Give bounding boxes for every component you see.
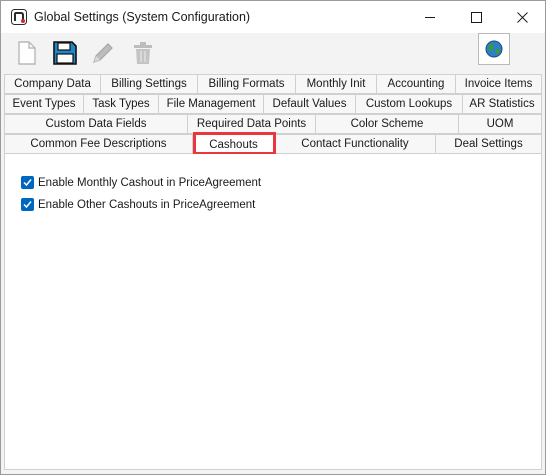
tab-row-3: Custom Data Fields Required Data Points … — [4, 114, 542, 134]
checkmark-icon — [23, 179, 32, 187]
minimize-button[interactable] — [407, 1, 453, 33]
edit-button[interactable] — [87, 37, 119, 69]
toolbar — [1, 33, 545, 73]
new-document-icon — [18, 41, 36, 65]
save-icon — [53, 41, 77, 65]
minimize-icon — [424, 16, 435, 18]
tab-billing-settings[interactable]: Billing Settings — [100, 74, 197, 94]
maximize-icon — [470, 11, 482, 23]
tab-accounting[interactable]: Accounting — [376, 74, 455, 94]
maximize-button[interactable] — [453, 1, 499, 33]
edit-pencil-icon — [93, 43, 113, 63]
save-button[interactable] — [49, 37, 81, 69]
tab-billing-formats[interactable]: Billing Formats — [197, 74, 295, 94]
tab-task-types[interactable]: Task Types — [83, 94, 158, 114]
close-icon — [516, 11, 528, 23]
globe-button[interactable] — [478, 33, 510, 65]
tab-monthly-init[interactable]: Monthly Init — [295, 74, 376, 94]
tab-event-types[interactable]: Event Types — [4, 94, 83, 114]
tab-color-scheme[interactable]: Color Scheme — [315, 114, 458, 134]
monthly-cashout-option[interactable]: Enable Monthly Cashout in PriceAgreement — [21, 176, 261, 189]
tab-cashouts[interactable]: Cashouts — [192, 134, 274, 154]
monthly-cashout-label: Enable Monthly Cashout in PriceAgreement — [38, 176, 262, 189]
tab-custom-data-fields[interactable]: Custom Data Fields — [4, 114, 187, 134]
tab-row-4: Common Fee Descriptions Cashouts Contact… — [4, 134, 542, 154]
delete-button[interactable] — [127, 37, 159, 69]
tab-contact-functionality[interactable]: Contact Functionality — [274, 134, 435, 154]
tab-default-values[interactable]: Default Values — [263, 94, 355, 114]
new-button[interactable] — [11, 37, 43, 69]
tab-invoice-items[interactable]: Invoice Items — [455, 74, 542, 94]
globe-icon — [485, 40, 503, 58]
close-button[interactable] — [499, 1, 545, 33]
title-bar: Global Settings (System Configuration) — [1, 1, 545, 33]
tab-ar-statistics[interactable]: AR Statistics — [462, 94, 542, 114]
other-cashouts-checkbox[interactable] — [21, 198, 34, 211]
other-cashouts-label: Enable Other Cashouts in PriceAgreement — [38, 198, 256, 211]
tab-row-2: Event Types Task Types File Management D… — [4, 94, 542, 114]
checkmark-icon — [23, 201, 32, 209]
monthly-cashout-checkbox[interactable] — [21, 176, 34, 189]
window-title: Global Settings (System Configuration) — [34, 10, 251, 24]
tab-uom[interactable]: UOM — [458, 114, 542, 134]
tab-required-data-points[interactable]: Required Data Points — [187, 114, 315, 134]
other-cashouts-option[interactable]: Enable Other Cashouts in PriceAgreement — [21, 198, 255, 211]
tab-deal-settings[interactable]: Deal Settings — [435, 134, 542, 154]
delete-trash-icon — [134, 42, 152, 64]
global-settings-window: Global Settings (System Configuration) C… — [0, 0, 546, 475]
tab-company-data[interactable]: Company Data — [4, 74, 100, 94]
tab-file-management[interactable]: File Management — [158, 94, 263, 114]
tab-row-1: Company Data Billing Settings Billing Fo… — [4, 74, 542, 94]
tab-common-fee-descriptions[interactable]: Common Fee Descriptions — [4, 134, 192, 154]
tab-custom-lookups[interactable]: Custom Lookups — [355, 94, 462, 114]
app-logo-icon — [11, 9, 27, 25]
